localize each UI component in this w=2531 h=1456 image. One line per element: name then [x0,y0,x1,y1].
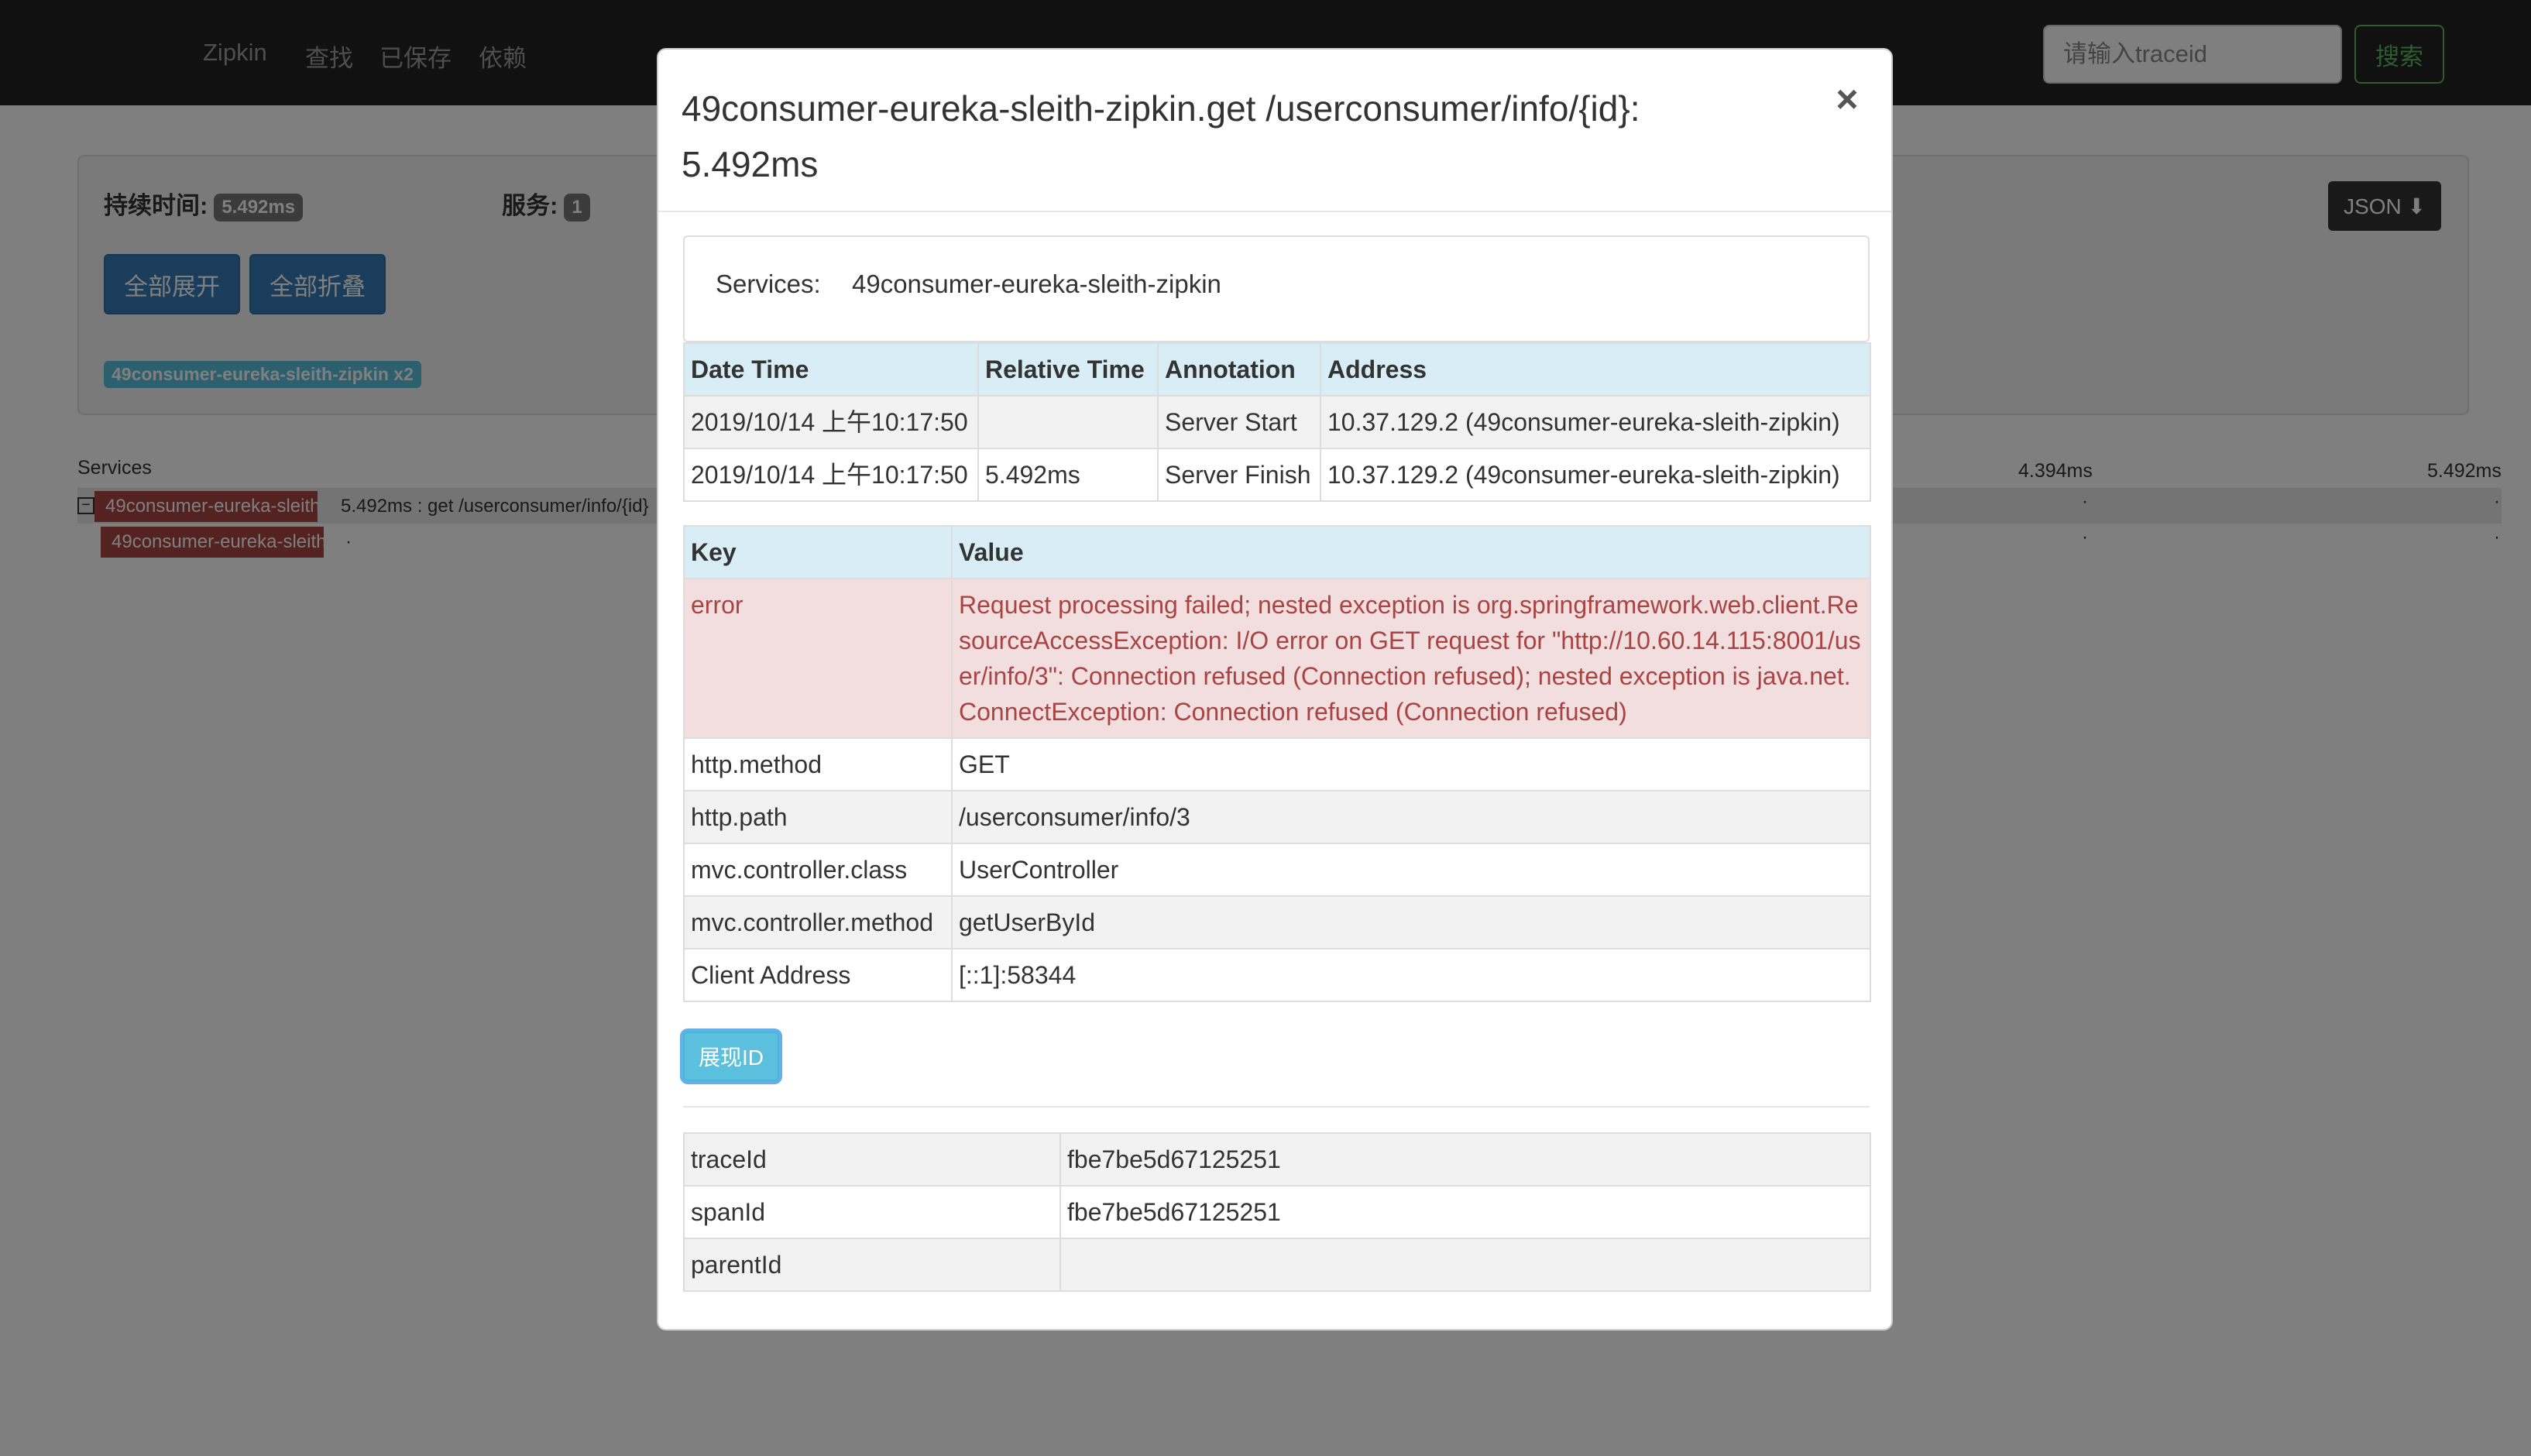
table-row: error Request processing failed; nested … [683,578,1871,739]
table-cell: Server Finish [1157,448,1321,502]
table-cell: http.method [683,737,953,792]
column-header: Date Time [683,342,979,397]
services-value: 49consumer-eureka-sleith-zipkin [852,270,1221,298]
show-ids-button[interactable]: 展现ID [683,1032,780,1081]
modal-title: 49consumer-eureka-sleith-zipkin.get /use… [682,88,1640,184]
table-row: mvc.controller.method getUserById [683,895,1871,949]
divider [683,1106,1870,1107]
table-header-row: Key Value [683,525,1871,579]
ids-table: traceId fbe7be5d67125251 spanId fbe7be5d… [683,1132,1871,1292]
table-cell: GET [951,737,1871,792]
table-cell: mvc.controller.method [683,895,953,949]
column-header: Value [951,525,1871,579]
table-row: http.method GET [683,737,1871,792]
table-row: 2019/10/14 上午10:17:50 5.492ms Server Fin… [683,448,1871,502]
table-cell: [::1]:58344 [951,948,1871,1002]
tags-table: Key Value error Request processing faile… [683,525,1871,1002]
table-row: parentId [683,1238,1871,1292]
table-header-row: Date Time Relative Time Annotation Addre… [683,342,1871,397]
table-cell: 2019/10/14 上午10:17:50 [683,448,979,502]
table-row: Client Address [::1]:58344 [683,948,1871,1002]
table-cell: mvc.controller.class [683,843,953,897]
table-cell: fbe7be5d67125251 [1059,1185,1871,1239]
table-cell: fbe7be5d67125251 [1059,1132,1871,1186]
annotations-table: Date Time Relative Time Annotation Addre… [683,342,1871,502]
table-cell [977,395,1159,449]
table-cell: 5.492ms [977,448,1159,502]
table-cell: UserController [951,843,1871,897]
table-cell: getUserById [951,895,1871,949]
table-cell: error [683,578,953,739]
span-detail-modal: 49consumer-eureka-sleith-zipkin.get /use… [657,48,1893,1331]
table-cell: 10.37.129.2 (49consumer-eureka-sleith-zi… [1320,395,1871,449]
column-header: Annotation [1157,342,1321,397]
modal-body: Services: 49consumer-eureka-sleith-zipki… [683,235,1871,1292]
column-header: Key [683,525,953,579]
table-cell: /userconsumer/info/3 [951,790,1871,844]
close-icon[interactable]: × [1828,76,1866,122]
table-cell: Request processing failed; nested except… [951,578,1871,739]
table-cell: spanId [683,1185,1061,1239]
modal-header: 49consumer-eureka-sleith-zipkin.get /use… [658,50,1891,212]
table-cell: Client Address [683,948,953,1002]
table-row: http.path /userconsumer/info/3 [683,790,1871,844]
table-cell: Server Start [1157,395,1321,449]
table-cell [1059,1238,1871,1292]
services-box: Services: 49consumer-eureka-sleith-zipki… [683,235,1870,342]
table-cell: traceId [683,1132,1061,1186]
services-label: Services: [716,270,821,298]
table-row: spanId fbe7be5d67125251 [683,1185,1871,1239]
table-cell: http.path [683,790,953,844]
table-row: mvc.controller.class UserController [683,843,1871,897]
table-cell: 10.37.129.2 (49consumer-eureka-sleith-zi… [1320,448,1871,502]
column-header: Address [1320,342,1871,397]
table-row: 2019/10/14 上午10:17:50 Server Start 10.37… [683,395,1871,449]
table-cell: 2019/10/14 上午10:17:50 [683,395,979,449]
table-row: traceId fbe7be5d67125251 [683,1132,1871,1186]
column-header: Relative Time [977,342,1159,397]
table-cell: parentId [683,1238,1061,1292]
